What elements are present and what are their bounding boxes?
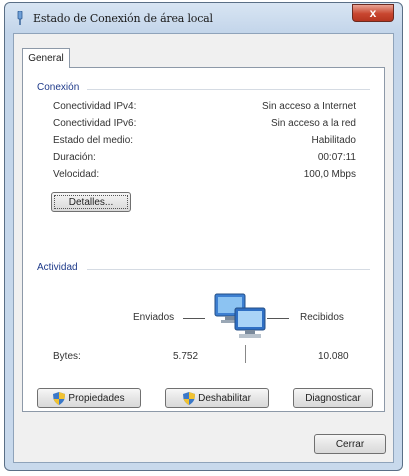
sent-line	[183, 318, 205, 319]
close-window-button[interactable]: x	[352, 4, 394, 22]
media-state-label: Estado del medio:	[53, 135, 134, 146]
media-state-value: Habilitado	[311, 135, 356, 146]
bytes-label: Bytes:	[53, 351, 81, 362]
duration-value: 00:07:11	[317, 152, 356, 163]
speed-value: 100,0 Mbps	[303, 169, 356, 180]
disable-button-label: Deshabilitar	[198, 392, 251, 404]
ipv4-label: Conectividad IPv4:	[53, 101, 137, 112]
network-computers-icon	[214, 293, 266, 338]
speed-label: Velocidad:	[53, 169, 100, 180]
ipv6-label: Conectividad IPv6:	[53, 118, 137, 129]
dialog-client-area: General Conexión Conectividad IPv4: Sin …	[13, 33, 394, 463]
bytes-received-value: 10.080	[318, 351, 349, 362]
section-divider	[87, 89, 370, 90]
dialog-window: Estado de Conexión de área local x Gener…	[4, 2, 403, 471]
duration-label: Duración:	[53, 152, 96, 163]
title-bar[interactable]: Estado de Conexión de área local x	[5, 3, 402, 33]
details-button[interactable]: Detalles...	[51, 192, 131, 212]
properties-button-label: Propiedades	[68, 392, 125, 404]
ipv6-value: Sin acceso a la red	[270, 118, 356, 129]
general-panel: Conexión Conectividad IPv4: Sin acceso a…	[22, 67, 385, 412]
bytes-sent-value: 5.752	[173, 351, 199, 362]
sent-label: Enviados	[133, 312, 175, 323]
uac-shield-icon	[183, 391, 196, 405]
received-label: Recibidos	[300, 312, 344, 323]
diagnose-button[interactable]: Diagnosticar	[293, 388, 373, 408]
actividad-heading: Actividad	[37, 262, 78, 273]
ipv4-value: Sin acceso a Internet	[262, 101, 356, 112]
uac-shield-icon	[53, 391, 66, 405]
window-title: Estado de Conexión de área local	[33, 12, 213, 25]
disable-button[interactable]: Deshabilitar	[165, 388, 269, 408]
section-divider	[87, 269, 370, 270]
tab-general[interactable]: General	[22, 48, 70, 68]
activity-divider	[245, 345, 246, 363]
conexion-heading: Conexión	[37, 82, 80, 93]
close-button[interactable]: Cerrar	[314, 434, 386, 454]
network-adapter-icon	[17, 11, 23, 25]
properties-button[interactable]: Propiedades	[37, 388, 141, 408]
